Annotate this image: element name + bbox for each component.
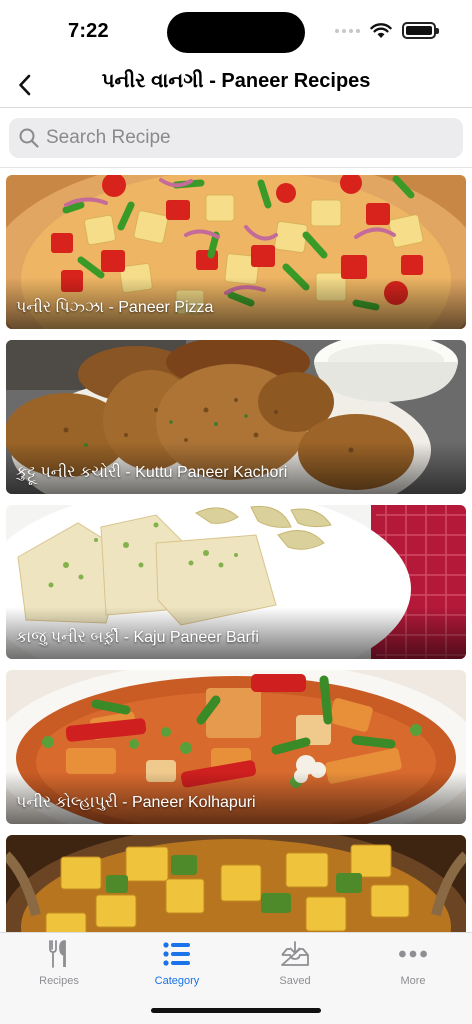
battery-icon	[402, 22, 439, 39]
tab-more[interactable]: More	[354, 939, 472, 993]
chevron-left-icon	[19, 74, 31, 96]
tab-label: Recipes	[39, 975, 79, 987]
search-input[interactable]	[46, 127, 446, 149]
recipe-card[interactable]: પનીર પિઝ્ઝા - Paneer Pizza	[6, 175, 466, 329]
fork-knife-icon	[49, 940, 66, 968]
wifi-icon	[370, 22, 392, 38]
recipe-card[interactable]: પનીર કોલ્હાપુરી - Paneer Kolhapuri	[6, 670, 466, 824]
divider	[0, 167, 472, 168]
recipe-title: પનીર પિઝ્ઝા - Paneer Pizza	[16, 299, 214, 316]
status-bar: 7:22	[0, 0, 472, 62]
navigation-bar: પનીર વાનગી - Paneer Recipes	[0, 62, 472, 108]
paneer-curry-image	[6, 835, 466, 932]
tab-recipes[interactable]: Recipes	[0, 939, 118, 993]
status-icons	[335, 22, 439, 39]
tab-saved[interactable]: Saved	[236, 939, 354, 993]
recipe-card[interactable]: કુટ્ટૂ પનીર કચોરી - Kuttu Paneer Kachori	[6, 340, 466, 494]
dynamic-island	[167, 12, 305, 53]
more-dots-icon	[399, 950, 427, 958]
page-title: પનીર વાનગી - Paneer Recipes	[101, 70, 371, 92]
tab-label: Saved	[279, 975, 311, 987]
cellular-signal-icon	[335, 28, 360, 33]
inbox-download-icon	[281, 941, 309, 966]
recipe-card[interactable]	[6, 835, 466, 932]
recipe-title: કાજુ પનીર બર્ફી઼ - Kaju Paneer Barfi	[16, 629, 259, 646]
recipe-title: પનીર કોલ્હાપુરી - Paneer Kolhapuri	[16, 794, 256, 811]
back-button[interactable]	[8, 68, 42, 102]
recipe-card[interactable]: કાજુ પનીર બર્ફી઼ - Kaju Paneer Barfi	[6, 505, 466, 659]
list-icon	[163, 942, 190, 966]
tab-label: More	[400, 975, 426, 987]
tab-category[interactable]: Category	[118, 939, 236, 993]
tab-label: Category	[154, 975, 200, 987]
search-bar[interactable]	[9, 118, 463, 158]
status-time: 7:22	[68, 20, 109, 42]
recipe-list[interactable]: પનીર પિઝ્ઝા - Paneer Pizza કુટ્ટૂ પનીર ક…	[6, 175, 466, 932]
search-icon	[19, 128, 39, 148]
home-indicator	[151, 1008, 321, 1013]
recipe-title: કુટ્ટૂ પનીર કચોરી - Kuttu Paneer Kachori	[16, 464, 288, 481]
